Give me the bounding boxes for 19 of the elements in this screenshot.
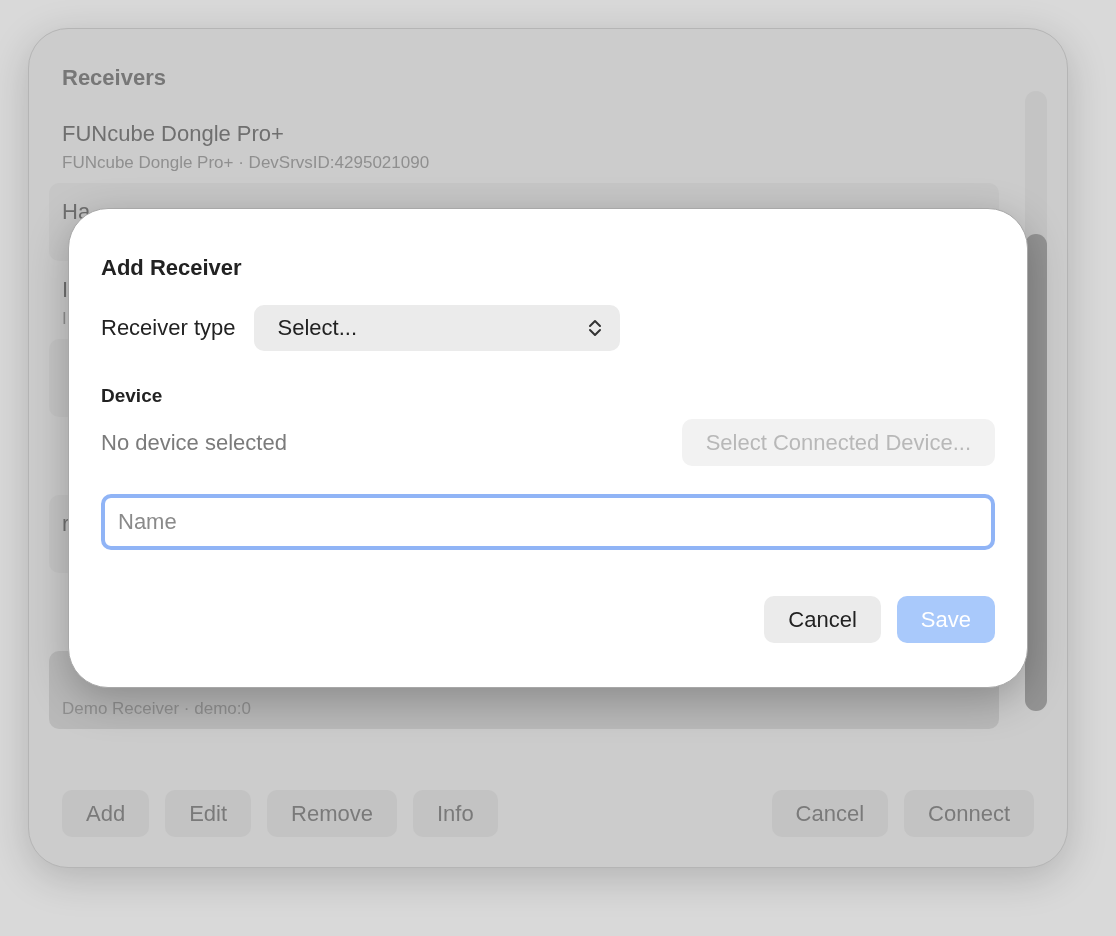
device-heading: Device	[101, 385, 164, 407]
panel-button[interactable]: Info	[413, 790, 498, 837]
panel-button[interactable]: Connect	[904, 790, 1034, 837]
dialog-button[interactable]: Cancel	[764, 596, 881, 643]
panel-button[interactable]: Remove	[267, 790, 397, 837]
device-status: No device selected	[101, 429, 287, 456]
name-field[interactable]: Name	[101, 494, 995, 550]
dialog-title: Add Receiver	[101, 255, 243, 281]
receiver-name: I	[62, 277, 69, 303]
up-down-chevron-icon	[587, 318, 602, 338]
receiver-type-select[interactable]: Select...	[253, 305, 620, 351]
panel-button[interactable]: Add	[62, 790, 150, 837]
receiver-type-label: Receiver type	[101, 315, 236, 341]
panel-button[interactable]: Edit	[165, 790, 252, 837]
receiver-detail: FUNcube Dongle Pro+ · DevSrvsID:4295021090	[62, 153, 430, 173]
panel-button[interactable]: Cancel	[771, 790, 889, 837]
receiver-row[interactable]: FUNcube Dongle Pro+ FUNcube Dongle Pro+ · DevSrvsID:4295021090	[49, 105, 999, 183]
receiver-name: FUNcube Dongle Pro+	[62, 121, 284, 147]
panel-title: Receivers	[61, 65, 167, 91]
